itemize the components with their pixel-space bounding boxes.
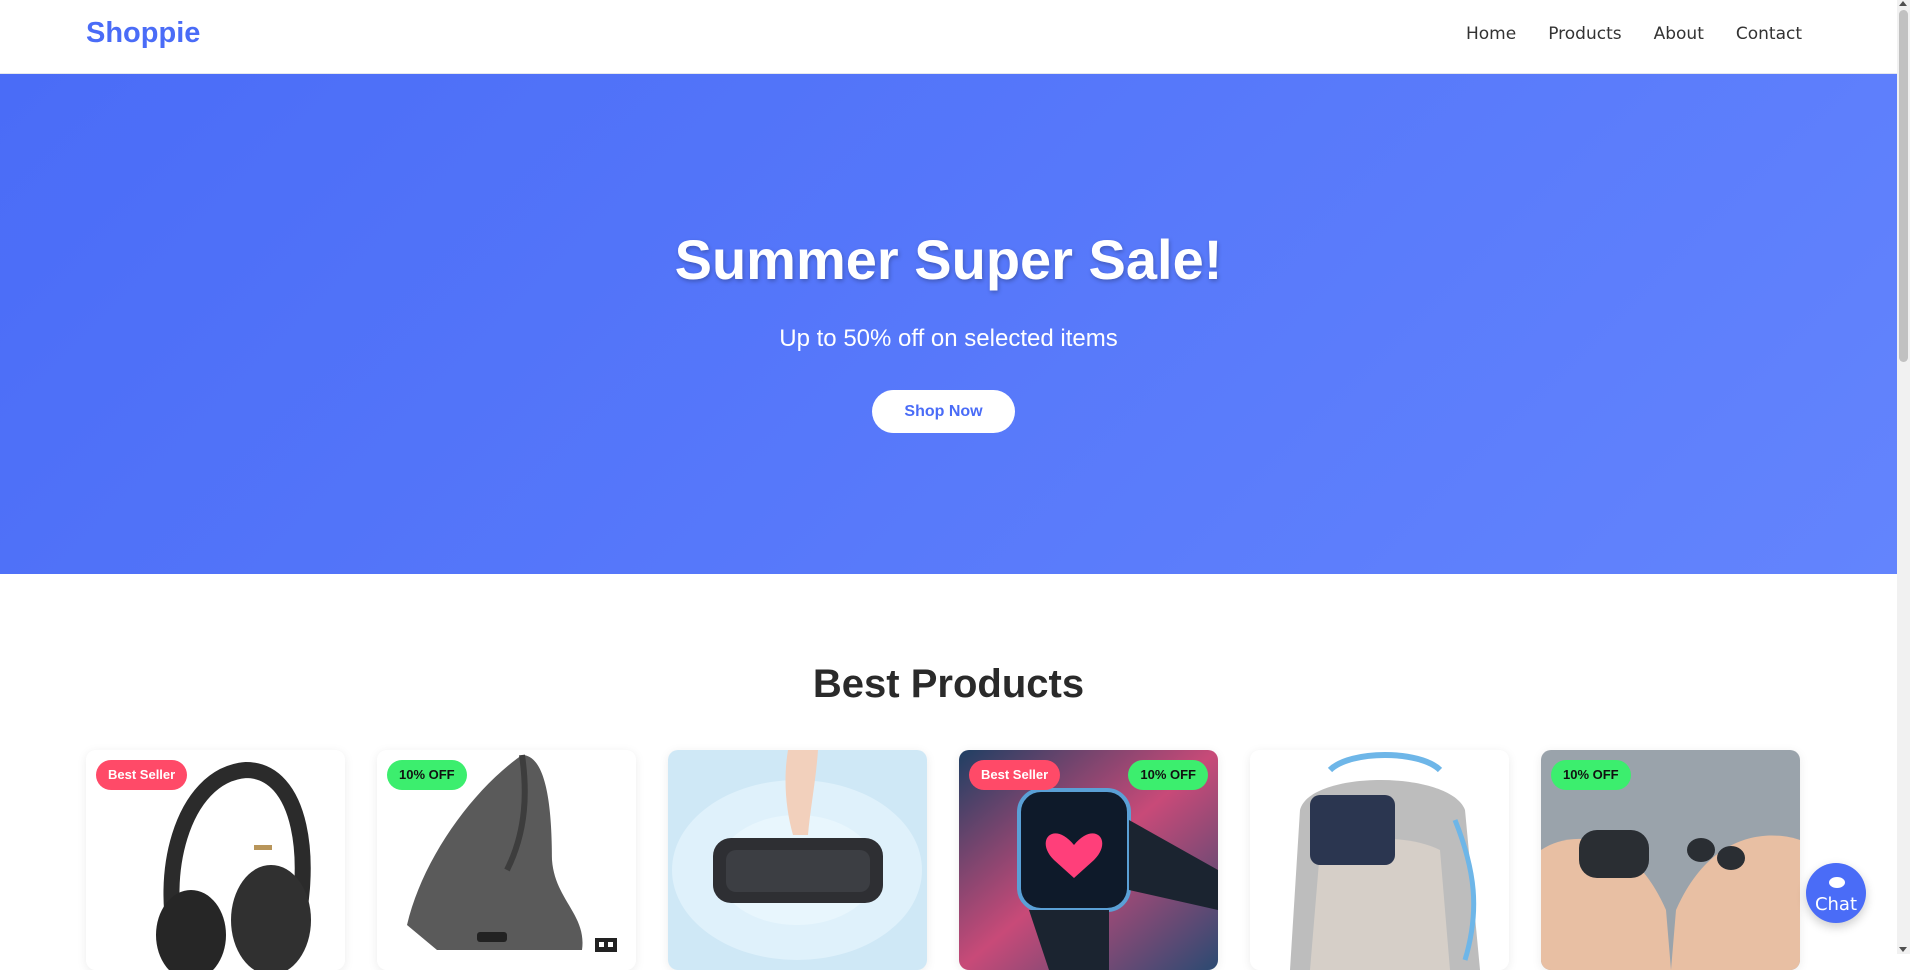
- nav-home[interactable]: Home: [1466, 24, 1516, 44]
- scroll-thumb[interactable]: [1899, 10, 1908, 362]
- product-card[interactable]: [668, 750, 927, 970]
- discount-badge: 10% OFF: [1128, 760, 1208, 790]
- product-grid: Best Seller 10% OFF Best Seller 10% OFF …: [86, 750, 1802, 970]
- best-seller-badge: Best Seller: [96, 760, 188, 790]
- product-card[interactable]: Best Seller: [86, 750, 345, 970]
- logo[interactable]: Shoppie: [86, 17, 200, 50]
- shop-now-button[interactable]: Shop Now: [872, 390, 1015, 433]
- chat-bubble-icon: [1829, 877, 1845, 888]
- scroll-down-arrow-icon[interactable]: [1899, 947, 1907, 952]
- section-title: Best Products: [812, 662, 1085, 706]
- scroll-up-arrow-icon[interactable]: [1899, 1, 1907, 6]
- backpack-image: [1250, 750, 1509, 970]
- nav-contact[interactable]: Contact: [1736, 24, 1802, 44]
- discount-badge: 10% OFF: [387, 760, 467, 790]
- speaker-image: [668, 750, 927, 970]
- nav-about[interactable]: About: [1654, 24, 1704, 44]
- nav-links: Home Products About Contact: [1466, 24, 1802, 44]
- best-seller-badge: Best Seller: [969, 760, 1061, 790]
- chat-label: Chat: [1814, 894, 1858, 915]
- vertical-scrollbar[interactable]: [1897, 0, 1910, 954]
- navbar: Shoppie Home Products About Contact: [0, 0, 1897, 74]
- product-card[interactable]: Best Seller 10% OFF: [959, 750, 1218, 970]
- nav-products[interactable]: Products: [1548, 24, 1621, 44]
- hero-subtitle: Up to 50% off on selected items: [779, 325, 1118, 352]
- product-card[interactable]: 10% OFF: [1541, 750, 1800, 970]
- chat-button[interactable]: Chat: [1806, 863, 1866, 923]
- hero-banner: Summer Super Sale! Up to 50% off on sele…: [0, 74, 1897, 574]
- product-card[interactable]: [1250, 750, 1509, 970]
- discount-badge: 10% OFF: [1551, 760, 1631, 790]
- product-card[interactable]: 10% OFF: [377, 750, 636, 970]
- hero-title: Summer Super Sale!: [674, 228, 1223, 291]
